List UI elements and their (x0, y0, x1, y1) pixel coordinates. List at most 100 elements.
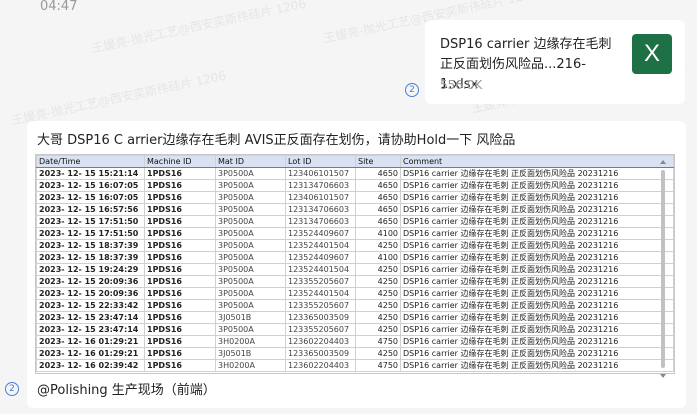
column-header: Mat ID (215, 155, 286, 168)
table-row: 2023- 12- 15 23:47:14 1PDS16 3P0500A 123355… (36, 323, 674, 336)
table-cell: 4250 (355, 311, 401, 324)
table-cell: 4650 (355, 167, 401, 180)
scroll-up-arrow-icon[interactable] (660, 160, 666, 164)
table-cell: 3P0500A (215, 167, 286, 180)
table-cell: 1PDS16 (144, 323, 216, 336)
table-cell: 2023- 12- 15 18:37:39 (36, 239, 145, 252)
table-cell: 4650 (355, 191, 401, 204)
table-cell: 123524401504 (285, 263, 356, 276)
embedded-spreadsheet-image[interactable]: Date/Time Machine ID Mat ID Lot ID Site … (35, 154, 675, 374)
timestamp: 04:47 (40, 0, 78, 14)
table-cell: 2023- 12- 15 20:09:36 (36, 275, 145, 288)
table-cell: 2023- 12- 15 23:47:14 (36, 323, 145, 336)
table-cell: 3H0200A (215, 335, 286, 348)
table-cell: 3P0500A (215, 323, 286, 336)
table-row: 2023- 12- 15 16:57:56 1PDS16 3P0500A 123134… (36, 203, 674, 216)
table-cell: 4250 (355, 239, 401, 252)
table-cell: 1PDS16 (144, 299, 216, 312)
watermark: 王媛亮-抛光工艺@西安奕斯伟硅片 1206 (90, 0, 308, 56)
table-cell: 2023- 12- 16 01:29:21 (36, 347, 145, 360)
table-cell: 123406101507 (285, 191, 356, 204)
table-cell: 2023- 12- 15 15:21:14 (36, 167, 145, 180)
table-cell: DSP16 carrier 边缘存在毛刺 正反面划伤风险品 20231216 (400, 359, 674, 372)
table-cell: 2023- 12- 15 17:51:50 (36, 215, 145, 228)
table-cell: 3P0500A (215, 263, 286, 276)
table-cell: 1PDS16 (144, 251, 216, 264)
table-cell: 3P0500A (215, 191, 286, 204)
table-cell: DSP16 carrier 边缘存在毛刺 正反面划伤风险品 20231216 (400, 239, 674, 252)
table-cell: 1PDS16 (144, 179, 216, 192)
table-cell: 4650 (355, 179, 401, 192)
table-cell: DSP16 carrier 边缘存在毛刺 正反面划伤风险品 20231216 (400, 335, 674, 348)
table-row: 2023- 12- 16 01:29:21 1PDS16 3J0501B 123365… (36, 347, 674, 360)
table-cell: DSP16 carrier 边缘存在毛刺 正反面划伤风险品 20231216 (400, 323, 674, 336)
table-cell: 2023- 12- 16 02:39:42 (36, 359, 145, 372)
table-row: 2023- 12- 15 20:09:36 1PDS16 3P0500A 123524… (36, 287, 674, 300)
table-cell: 1PDS16 (144, 167, 216, 180)
table-cell: 3P0500A (215, 251, 286, 264)
table-cell: DSP16 carrier 边缘存在毛刺 正反面划伤风险品 20231216 (400, 251, 674, 264)
table-cell: 4750 (355, 335, 401, 348)
table-cell: 2023- 12- 15 18:37:39 (36, 251, 145, 264)
data-table: Date/Time Machine ID Mat ID Lot ID Site … (36, 155, 674, 372)
table-row: 2023- 12- 15 23:47:14 1PDS16 3J0501B 123365… (36, 311, 674, 324)
table-cell: 4750 (355, 359, 401, 372)
column-header: Lot ID (285, 155, 356, 168)
table-row: 2023- 12- 15 15:21:14 1PDS16 3P0500A 123406… (36, 167, 674, 180)
table-cell: 3H0200A (215, 359, 286, 372)
table-cell: 2023- 12- 15 20:09:36 (36, 287, 145, 300)
table-cell: DSP16 carrier 边缘存在毛刺 正反面划伤风险品 20231216 (400, 311, 674, 324)
file-size: 556.0K (440, 78, 483, 92)
table-cell: 1PDS16 (144, 191, 216, 204)
table-cell: DSP16 carrier 边缘存在毛刺 正反面划伤风险品 20231216 (400, 299, 674, 312)
table-cell: 3P0500A (215, 275, 286, 288)
table-row: 2023- 12- 15 16:07:05 1PDS16 3P0500A 123134… (36, 179, 674, 192)
table-cell: 1PDS16 (144, 203, 216, 216)
table-cell: 4650 (355, 215, 401, 228)
table-cell: 123524401504 (285, 239, 356, 252)
scroll-down-arrow-icon[interactable] (660, 374, 666, 378)
table-cell: 4650 (355, 203, 401, 216)
column-header: Site (355, 155, 401, 168)
table-cell: 3P0500A (215, 239, 286, 252)
table-row: 2023- 12- 15 19:24:29 1PDS16 3P0500A 123524… (36, 263, 674, 276)
table-cell: DSP16 carrier 边缘存在毛刺 正反面划伤风险品 20231216 (400, 227, 674, 240)
table-cell: 123355205607 (285, 323, 356, 336)
table-cell: DSP16 carrier 边缘存在毛刺 正反面划伤风险品 20231216 (400, 167, 674, 180)
table-row: 2023- 12- 16 02:39:42 1PDS16 3H0200A 123602… (36, 359, 674, 372)
table-cell: 4250 (355, 287, 401, 300)
table-row: 2023- 12- 15 18:37:39 1PDS16 3P0500A 123524… (36, 251, 674, 264)
column-header: Comment (400, 155, 674, 168)
table-row: 2023- 12- 15 20:09:36 1PDS16 3P0500A 123355… (36, 275, 674, 288)
table-cell: 3P0500A (215, 203, 286, 216)
column-header: Date/Time (36, 155, 145, 168)
table-cell: 1PDS16 (144, 347, 216, 360)
table-cell: 123134706603 (285, 179, 356, 192)
message-bubble[interactable]: 大哥 DSP16 C arrier边缘存在毛刺 AVIS正反面存在划伤，请协助H… (27, 121, 686, 408)
table-cell: 3J0501B (215, 347, 286, 360)
table-cell: 4250 (355, 263, 401, 276)
table-cell: 1PDS16 (144, 311, 216, 324)
table-row: 2023- 12- 15 17:51:50 1PDS16 3P0500A 123524… (36, 227, 674, 240)
file-attachment-card[interactable]: DSP16 carrier 边缘存在毛刺 正反面划伤风险品...216-1.xl… (425, 20, 685, 104)
table-row: 2023- 12- 15 16:07:05 1PDS16 3P0500A 123406… (36, 191, 674, 204)
table-cell: DSP16 carrier 边缘存在毛刺 正反面划伤风险品 20231216 (400, 179, 674, 192)
table-cell: 1PDS16 (144, 275, 216, 288)
table-cell: DSP16 carrier 边缘存在毛刺 正反面划伤风险品 20231216 (400, 347, 674, 360)
scrollbar[interactable] (661, 170, 665, 368)
table-cell: 123134706603 (285, 203, 356, 216)
table-cell: 3P0500A (215, 287, 286, 300)
table-cell: 123602204403 (285, 335, 356, 348)
table-cell: 2023- 12- 15 22:33:42 (36, 299, 145, 312)
table-row: 2023- 12- 15 22:33:42 1PDS16 3P0500A 123355… (36, 299, 674, 312)
table-cell: 123355205607 (285, 275, 356, 288)
mention-text: @Polishing 生产现场（前端） (37, 383, 216, 398)
table-cell: 2023- 12- 15 19:24:29 (36, 263, 145, 276)
table-cell: 1PDS16 (144, 215, 216, 228)
table-cell: DSP16 carrier 边缘存在毛刺 正反面划伤风险品 20231216 (400, 263, 674, 276)
column-header: Machine ID (144, 155, 216, 168)
table-cell: 1PDS16 (144, 287, 216, 300)
table-cell: DSP16 carrier 边缘存在毛刺 正反面划伤风险品 20231216 (400, 275, 674, 288)
table-cell: DSP16 carrier 边缘存在毛刺 正反面划伤风险品 20231216 (400, 215, 674, 228)
table-header-row: Date/Time Machine ID Mat ID Lot ID Site … (36, 155, 674, 168)
